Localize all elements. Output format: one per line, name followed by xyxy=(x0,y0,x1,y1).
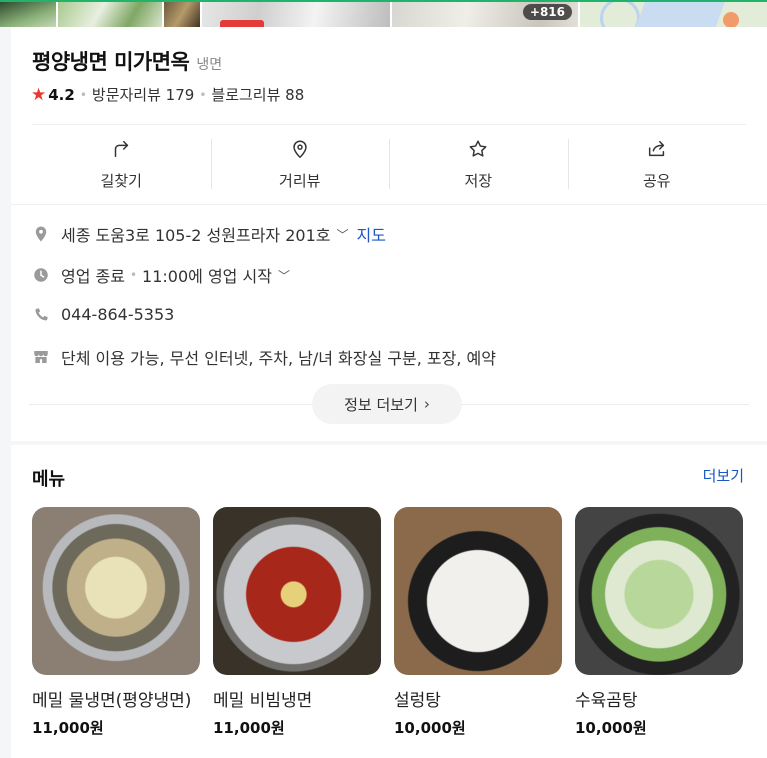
hours-row[interactable]: 영업 종료 • 11:00에 영업 시작 ﹀ xyxy=(32,263,746,287)
menu-photo[interactable] xyxy=(394,507,562,675)
menu-item-name: 메밀 물냉면(평양냉면) xyxy=(32,691,192,711)
menu-item[interactable]: 설렁탕 10,000원 xyxy=(394,507,562,738)
rating-row: ★ 4.2 • 방문자리뷰 179 • 블로그리뷰 88 xyxy=(31,84,304,105)
map-pin-icon xyxy=(723,12,739,27)
photo-strip[interactable]: +816 xyxy=(0,0,767,27)
photo-tag xyxy=(220,20,264,27)
map-pin-icon xyxy=(293,139,307,158)
map-link[interactable]: 지도 xyxy=(357,222,386,246)
menu-item-name: 수육곰탕 xyxy=(575,691,638,711)
menu-item-name: 설렁탕 xyxy=(394,691,441,711)
menu-card: 메뉴 더보기 메밀 물냉면(평양냉면) 11,000원 메밀 비빔냉면 11,0… xyxy=(11,445,767,758)
business-status: 영업 종료 xyxy=(61,267,125,286)
menu-item[interactable]: 메밀 비빔냉면 11,000원 xyxy=(213,507,381,738)
save-button[interactable]: 저장 xyxy=(389,125,568,203)
phone-icon xyxy=(35,307,48,320)
photo-thumbnail[interactable] xyxy=(58,2,162,27)
address-row[interactable]: 세종 도움3로 105-2 성원프라자 201호 ﹀ 지도 xyxy=(32,222,746,246)
menu-item-price: 10,000원 xyxy=(575,719,647,737)
title-row: 평양냉면 미가면옥 냉면 xyxy=(32,46,222,76)
share-label: 공유 xyxy=(642,171,671,190)
menu-item[interactable]: 수육곰탕 10,000원 xyxy=(575,507,743,738)
map-road xyxy=(600,2,640,27)
chevron-down-icon[interactable]: ﹀ xyxy=(336,226,348,243)
separator-dot: • xyxy=(79,87,87,102)
rating-value: 4.2 xyxy=(48,85,75,104)
store-icon xyxy=(34,351,48,363)
amenities-text: 단체 이용 가능, 무선 인터넷, 주차, 남/녀 화장실 구분, 포장, 예약 xyxy=(61,349,496,368)
clock-icon xyxy=(34,268,48,282)
menu-section-title: 메뉴 xyxy=(32,469,66,490)
photo-thumbnail[interactable] xyxy=(0,2,56,27)
visitor-reviews-link[interactable]: 방문자리뷰 179 xyxy=(92,84,194,105)
star-icon: ★ xyxy=(31,84,47,105)
map-thumbnail[interactable] xyxy=(580,2,767,27)
menu-item-name: 메밀 비빔냉면 xyxy=(213,691,313,711)
place-name: 평양냉면 미가면옥 xyxy=(32,50,190,74)
phone-number[interactable]: 044-864-5353 xyxy=(61,305,174,324)
share-button[interactable]: 공유 xyxy=(567,125,747,203)
more-info-label: 정보 더보기 xyxy=(344,395,418,414)
divider xyxy=(11,204,767,205)
photo-more-count[interactable]: +816 xyxy=(522,4,572,20)
amenities-row: 단체 이용 가능, 무선 인터넷, 주차, 남/녀 화장실 구분, 포장, 예약 xyxy=(32,345,746,369)
map-river xyxy=(635,2,725,27)
street-view-label: 거리뷰 xyxy=(279,171,321,190)
chevron-down-icon[interactable]: ﹀ xyxy=(278,267,290,284)
share-icon xyxy=(648,140,664,156)
star-icon xyxy=(469,139,487,157)
more-info-button[interactable]: 정보 더보기 › xyxy=(312,384,462,424)
menu-photo[interactable] xyxy=(32,507,200,675)
street-view-button[interactable]: 거리뷰 xyxy=(210,125,390,203)
photo-thumbnail[interactable]: +816 xyxy=(392,2,578,27)
chevron-right-icon: › xyxy=(423,395,430,413)
menu-photo[interactable] xyxy=(213,507,381,675)
place-summary-card: 평양냉면 미가면옥 냉면 ★ 4.2 • 방문자리뷰 179 • 블로그리뷰 8… xyxy=(11,27,767,441)
business-hours: 11:00에 영업 시작 xyxy=(142,267,272,286)
directions-icon xyxy=(115,140,129,157)
save-label: 저장 xyxy=(464,171,493,190)
photo-thumbnail[interactable] xyxy=(202,2,390,27)
place-category: 냉면 xyxy=(196,57,223,73)
address-text: 세종 도움3로 105-2 성원프라자 201호 xyxy=(61,226,331,245)
directions-label: 길찾기 xyxy=(100,171,142,190)
menu-item-price: 10,000원 xyxy=(394,719,466,737)
menu-list: 메밀 물냉면(평양냉면) 11,000원 메밀 비빔냉면 11,000원 설렁탕… xyxy=(32,507,743,738)
blog-reviews-link[interactable]: 블로그리뷰 88 xyxy=(211,84,304,105)
directions-button[interactable]: 길찾기 xyxy=(32,125,211,203)
location-icon xyxy=(35,226,47,242)
menu-more-link[interactable]: 더보기 xyxy=(703,465,744,486)
phone-row[interactable]: 044-864-5353 xyxy=(32,305,746,324)
menu-item-price: 11,000원 xyxy=(213,719,285,737)
menu-photo[interactable] xyxy=(575,507,743,675)
action-bar: 길찾기 거리뷰 저장 공유 xyxy=(32,124,746,203)
separator-dot: • xyxy=(199,87,207,102)
menu-item-price: 11,000원 xyxy=(32,719,104,737)
menu-item[interactable]: 메밀 물냉면(평양냉면) 11,000원 xyxy=(32,507,200,738)
photo-thumbnail[interactable] xyxy=(164,2,200,27)
separator-dot: • xyxy=(129,268,138,282)
